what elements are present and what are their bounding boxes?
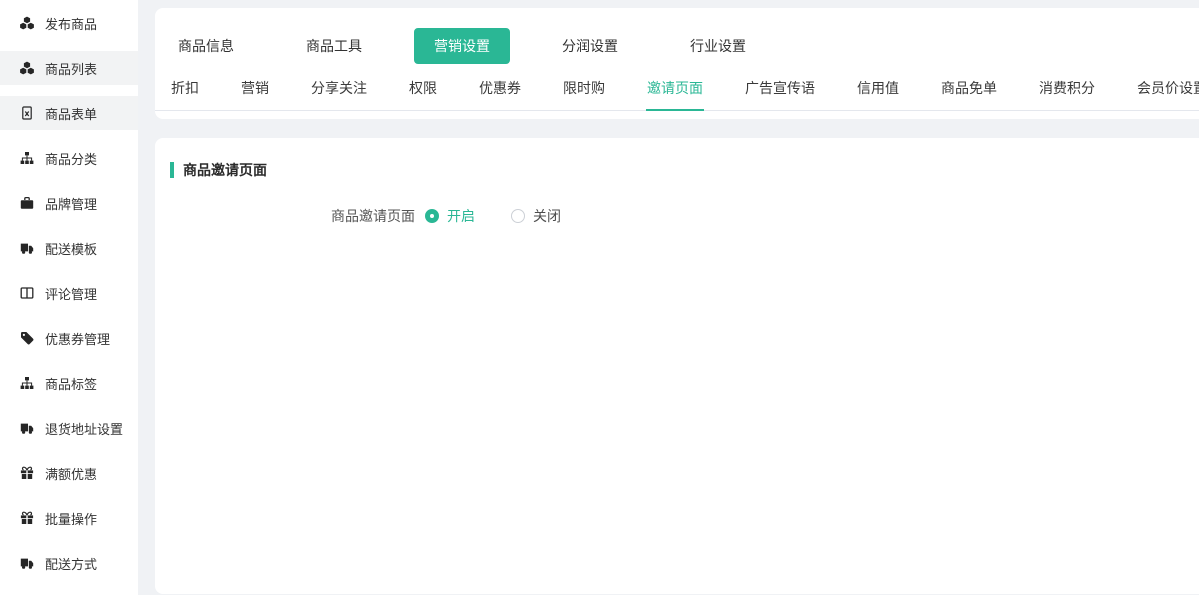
sidebar-item-comment-management[interactable]: 评论管理 xyxy=(0,276,138,310)
sidebar-item-label: 批量操作 xyxy=(45,509,97,528)
content-card: 商品邀请页面 商品邀请页面 开启 关闭 xyxy=(155,138,1199,594)
sidebar-item-product-list[interactable]: 商品列表 xyxy=(0,51,138,85)
subtab-consumption-points[interactable]: 消费积分 xyxy=(1038,74,1096,110)
sitemap-icon xyxy=(20,376,34,390)
tab-product-tools[interactable]: 商品工具 xyxy=(306,36,362,56)
section-title-text: 商品邀请页面 xyxy=(183,160,267,180)
subtab-member-price-settings[interactable]: 会员价设置 xyxy=(1136,74,1199,110)
sidebar-item-label: 优惠券管理 xyxy=(45,329,110,348)
subtab-flash-sale[interactable]: 限时购 xyxy=(562,74,606,110)
invite-page-label: 商品邀请页面 xyxy=(170,206,415,226)
subtab-permissions[interactable]: 权限 xyxy=(408,74,438,110)
subtab-share-follow[interactable]: 分享关注 xyxy=(310,74,368,110)
cubes-icon xyxy=(20,61,34,75)
sidebar-item-product-category[interactable]: 商品分类 xyxy=(0,141,138,175)
subtab-discount[interactable]: 折扣 xyxy=(170,74,200,110)
tabs-card: 商品信息 商品工具 营销设置 分润设置 行业设置 折扣 营销 分享关注 权限 优… xyxy=(155,8,1199,119)
sidebar-item-delivery-method[interactable]: 配送方式 xyxy=(0,546,138,580)
file-excel-icon xyxy=(20,106,34,120)
sidebar-item-full-amount-discount[interactable]: 满额优惠 xyxy=(0,456,138,490)
sidebar-item-label: 发布商品 xyxy=(45,14,97,33)
subtab-credit-value[interactable]: 信用值 xyxy=(856,74,900,110)
sidebar-item-publish-product[interactable]: 发布商品 xyxy=(0,6,138,40)
sidebar-item-label: 商品表单 xyxy=(45,104,97,123)
radio-enable[interactable]: 开启 xyxy=(425,206,475,226)
subtab-coupon[interactable]: 优惠券 xyxy=(478,74,522,110)
sidebar-item-label: 退货地址设置 xyxy=(45,419,123,438)
radio-disable[interactable]: 关闭 xyxy=(511,206,561,226)
radio-enable-label: 开启 xyxy=(447,206,475,226)
tab-marketing-settings[interactable]: 营销设置 xyxy=(414,28,510,64)
section-accent-bar xyxy=(170,162,174,178)
sidebar-item-label: 商品分类 xyxy=(45,149,97,168)
sidebar-item-brand-management[interactable]: 品牌管理 xyxy=(0,186,138,220)
tag-icon xyxy=(20,331,34,345)
primary-tabs: 商品信息 商品工具 营销设置 分润设置 行业设置 xyxy=(155,28,1199,64)
app-root: 发布商品 商品列表 商品表单 商品分类 品牌管理 xyxy=(0,0,1199,595)
truck-icon xyxy=(20,421,34,435)
section-title: 商品邀请页面 xyxy=(170,160,1179,180)
main-area: 商品信息 商品工具 营销设置 分润设置 行业设置 折扣 营销 分享关注 权限 优… xyxy=(155,0,1199,595)
subtab-free-order[interactable]: 商品免单 xyxy=(940,74,998,110)
sidebar-item-label: 商品列表 xyxy=(45,59,97,78)
sidebar-item-product-form[interactable]: 商品表单 xyxy=(0,96,138,130)
invite-page-form-row: 商品邀请页面 开启 关闭 xyxy=(170,206,1179,226)
gift-icon xyxy=(20,466,34,480)
truck-icon xyxy=(20,556,34,570)
sidebar-item-label: 配送方式 xyxy=(45,554,97,573)
tab-product-info[interactable]: 商品信息 xyxy=(178,36,234,56)
sidebar-item-label: 品牌管理 xyxy=(45,194,97,213)
sidebar-item-coupon-management[interactable]: 优惠券管理 xyxy=(0,321,138,355)
sitemap-icon xyxy=(20,151,34,165)
sidebar-item-label: 配送模板 xyxy=(45,239,97,258)
gift-icon xyxy=(20,511,34,525)
subtab-invite-page[interactable]: 邀请页面 xyxy=(646,74,704,111)
truck-icon xyxy=(20,241,34,255)
radio-disable-dot-icon xyxy=(511,209,525,223)
subtab-marketing[interactable]: 营销 xyxy=(240,74,270,110)
columns-icon xyxy=(20,286,34,300)
sidebar-item-label: 商品标签 xyxy=(45,374,97,393)
tab-industry-settings[interactable]: 行业设置 xyxy=(690,36,746,56)
invite-page-radio-group: 开启 关闭 xyxy=(425,206,561,226)
secondary-tabs: 折扣 营销 分享关注 权限 优惠券 限时购 邀请页面 广告宣传语 信用值 商品免… xyxy=(155,74,1199,111)
sidebar-item-label: 满额优惠 xyxy=(45,464,97,483)
sidebar-item-label: 评论管理 xyxy=(45,284,97,303)
briefcase-icon xyxy=(20,196,34,210)
radio-enable-dot-icon xyxy=(425,209,439,223)
subtab-ad-slogan[interactable]: 广告宣传语 xyxy=(744,74,816,110)
sidebar-item-delivery-template[interactable]: 配送模板 xyxy=(0,231,138,265)
sidebar: 发布商品 商品列表 商品表单 商品分类 品牌管理 xyxy=(0,0,138,595)
sidebar-item-product-tags[interactable]: 商品标签 xyxy=(0,366,138,400)
sidebar-item-batch-operations[interactable]: 批量操作 xyxy=(0,501,138,535)
cubes-icon xyxy=(20,16,34,30)
tab-profit-settings[interactable]: 分润设置 xyxy=(562,36,618,56)
sidebar-item-return-address-settings[interactable]: 退货地址设置 xyxy=(0,411,138,445)
radio-disable-label: 关闭 xyxy=(533,206,561,226)
